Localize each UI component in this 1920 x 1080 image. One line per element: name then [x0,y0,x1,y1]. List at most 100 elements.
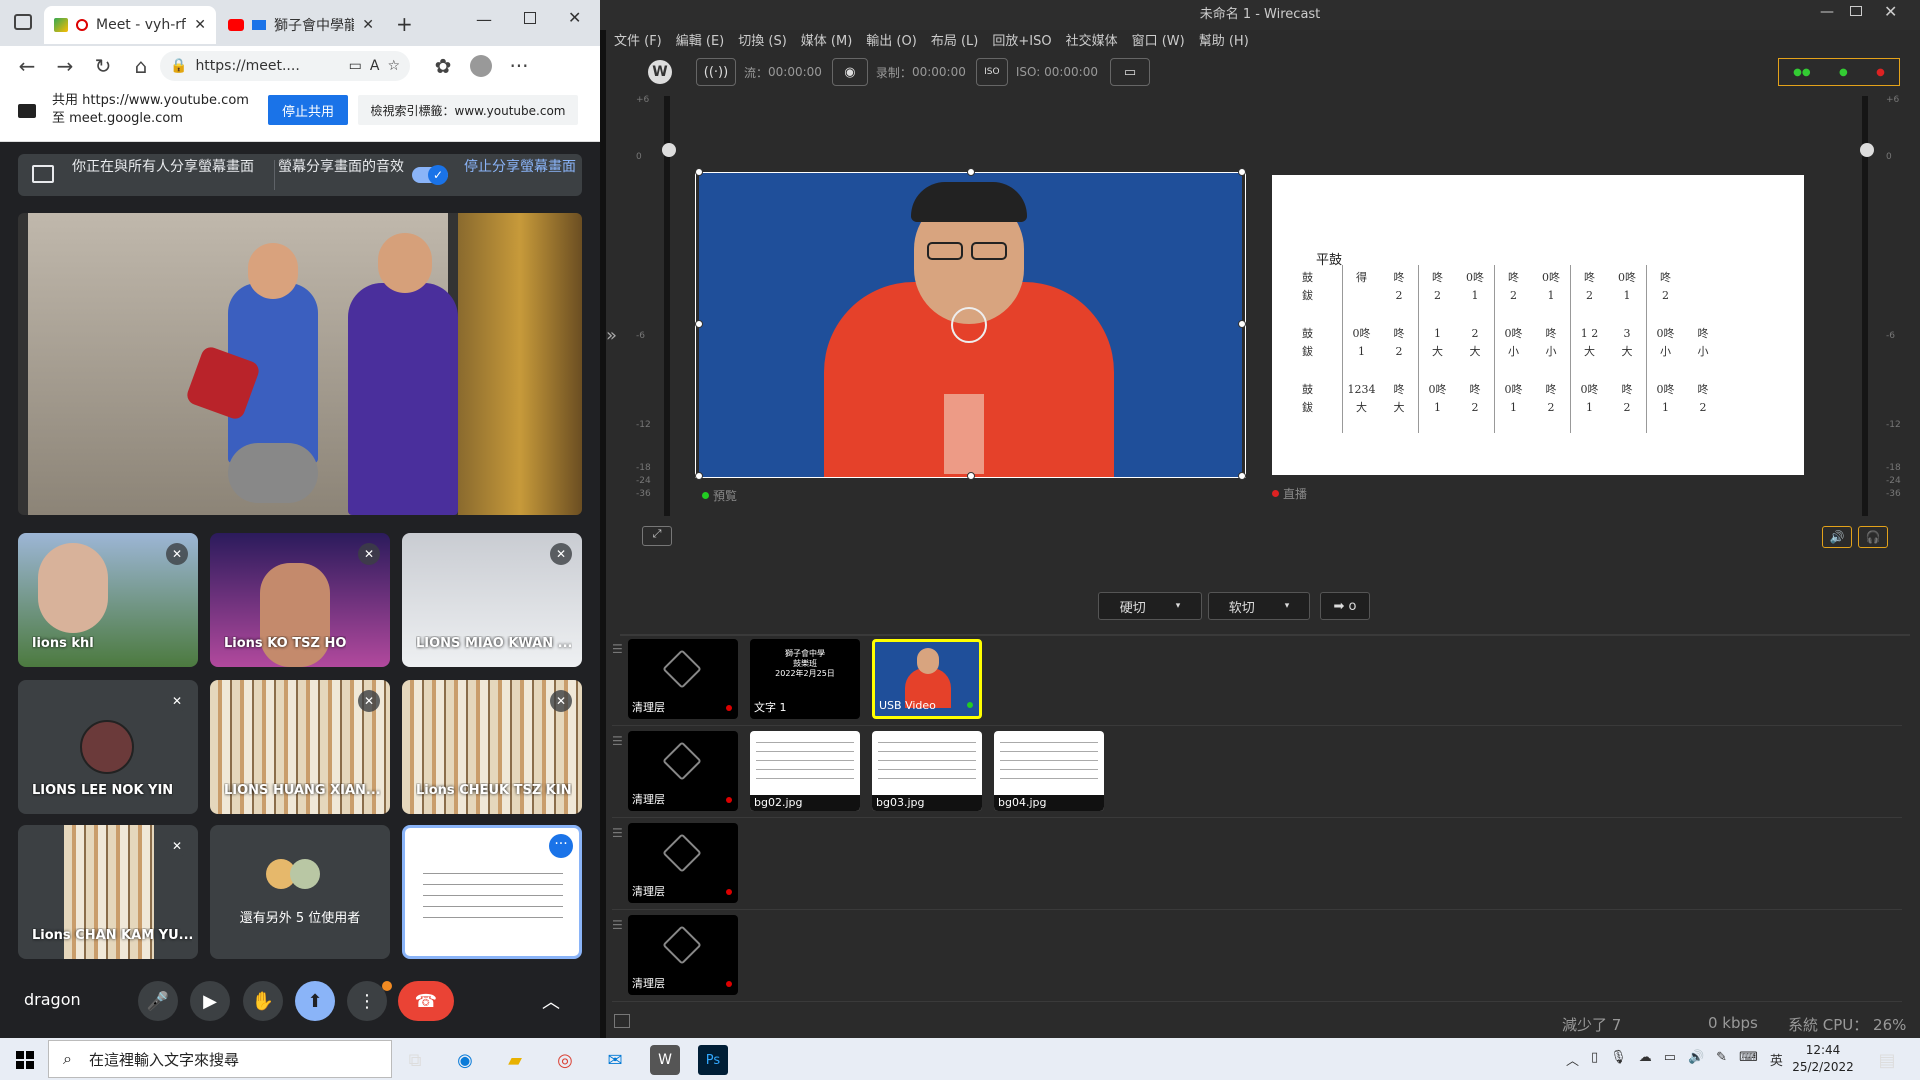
tab-actions-icon[interactable] [14,14,32,30]
profile-icon[interactable] [462,50,500,82]
others-tile[interactable]: 還有另外 5 位使用者 [210,825,390,959]
shot-thumbnail[interactable]: bg02.jpg [750,731,860,811]
list-icon[interactable] [614,1014,630,1028]
self-presentation-tile[interactable]: ··· [402,825,582,959]
taskbar-search[interactable]: ⌕ 在這裡輸入文字來搜尋 [48,1040,392,1078]
preview-monitor[interactable] [699,172,1242,477]
go-button[interactable]: ➡ o [1320,592,1370,620]
layer-grip-icon[interactable]: ☰ [612,734,623,748]
resize-handle[interactable] [695,320,703,328]
resize-handle[interactable] [695,168,703,176]
resize-handle[interactable] [1238,472,1246,480]
url-field[interactable]: 🔒 https://meet.... ▭ A ☆ [160,51,410,81]
participant-tile[interactable]: ✕ Lions CHAN KAM YU... [18,825,198,959]
shot-thumbnail[interactable]: 獅子會中學 鼓樂班 2022年2月25日 文字 1 [750,639,860,719]
menu-switch[interactable]: 切換 (S) [738,30,787,52]
speaker-icon[interactable]: 🔊 [1822,526,1852,548]
windows-start-icon[interactable] [10,1045,40,1075]
resize-handle[interactable] [1238,168,1246,176]
clock[interactable]: 12:44 25/2/2022 [1778,1042,1868,1076]
maximize-button[interactable] [1850,6,1862,16]
close-icon[interactable]: ✕ [194,17,206,33]
participant-tile[interactable]: ✕ lions khl [18,533,198,667]
wirecast-taskbar-icon[interactable]: W [650,1045,680,1075]
close-icon[interactable]: ✕ [362,17,374,33]
task-view-icon[interactable]: ⧉ [400,1045,430,1075]
monitor-icon[interactable]: ▭ [1110,58,1150,86]
audio-toggle[interactable]: ✓ [412,165,448,185]
resize-handle[interactable] [1238,320,1246,328]
shot-thumbnail[interactable]: bg04.jpg [994,731,1104,811]
stop-presenting-link[interactable]: 停止分享螢幕畫面 [464,158,576,176]
menu-help[interactable]: 幫助 (H) [1199,30,1249,52]
notification-icon[interactable]: ▤ [1872,1045,1902,1075]
status-indicators[interactable]: ●● ● ● [1778,58,1900,86]
chevron-up-icon[interactable]: ︿ [1566,1050,1579,1069]
minimize-button[interactable]: — [1820,4,1834,20]
home-icon[interactable]: ⌂ [122,50,160,82]
shot-thumbnail[interactable]: 清理层 [628,823,738,903]
mic-icon[interactable]: 🎙 [1610,1050,1627,1069]
refresh-icon[interactable]: ↻ [84,50,122,82]
keyboard-icon[interactable]: ⌨ [1739,1050,1758,1069]
mic-icon[interactable]: 🎤 [138,981,178,1021]
menu-media[interactable]: 媒体 (M) [801,30,853,52]
device-icon[interactable]: ▯ [1591,1050,1598,1069]
live-monitor[interactable]: 平鼓 鼓鈸得咚 2 咚 2 0咚 1 咚 2 0咚 1 咚 2 0咚 1 咚 2 鼓鈸 0咚 1 咚 2 1 大 2 大 0咚小咚… [1272,175,1804,475]
menu-window[interactable]: 窗口 (W) [1132,30,1185,52]
menu-file[interactable]: 文件 (F) [614,30,662,52]
camera-icon[interactable]: ▭ [349,58,362,74]
resize-handle[interactable] [967,472,975,480]
menu-layout[interactable]: 布局 (L) [931,30,979,52]
read-aloud-icon[interactable]: A [370,58,380,74]
leave-call-button[interactable]: ☎ [398,981,454,1021]
favorite-icon[interactable]: ☆ [387,58,400,74]
tab-meet[interactable]: Meet - vyh-rfd ✕ [44,6,216,44]
back-icon[interactable]: ← [8,50,46,82]
layer-grip-icon[interactable]: ☰ [612,918,623,932]
camera-icon[interactable]: ▶ [190,981,230,1021]
photoshop-icon[interactable]: Ps [698,1045,728,1075]
more-options-icon[interactable]: ⋮ [347,981,387,1021]
smooth-dropdown[interactable]: 软切 ▾ [1208,592,1310,620]
raise-hand-icon[interactable]: ✋ [243,981,283,1021]
chrome-icon[interactable]: ◎ [550,1045,580,1075]
volume-slider-right[interactable] [1860,143,1874,157]
pen-icon[interactable]: ✎ [1716,1050,1727,1069]
volume-icon[interactable]: 🔊 [1688,1050,1704,1069]
new-tab-button[interactable]: + [396,12,413,36]
wirecast-logo-icon[interactable]: W [648,60,672,84]
mail-icon[interactable]: ✉ [600,1045,630,1075]
resize-handle[interactable] [967,168,975,176]
menu-social[interactable]: 社交媒体 [1066,30,1118,52]
participant-tile[interactable]: ✕ LIONS HUANG XIAN... [210,680,390,814]
record-button[interactable]: ◉ [831,58,868,86]
layer-grip-icon[interactable]: ☰ [612,826,623,840]
tab-youtube[interactable]: 獅子會中學龍 ✕ [218,6,384,44]
transform-anchor[interactable] [951,307,987,343]
participant-tile[interactable]: ✕ Lions CHEUK TSZ KIN [402,680,582,814]
participant-tile[interactable]: ✕ LIONS MIAO KWAN ... [402,533,582,667]
maximize-button[interactable] [524,12,536,24]
close-window-button[interactable]: ✕ [1884,2,1897,21]
menu-edit[interactable]: 編輯 (E) [676,30,725,52]
more-icon[interactable]: ··· [500,50,538,82]
chevron-up-icon[interactable]: ︿ [542,988,560,1014]
stop-sharing-button[interactable]: 停止共用 [268,95,348,125]
participant-tile[interactable]: ✕ LIONS LEE NOK YIN [18,680,198,814]
menu-output[interactable]: 輸出 (O) [866,30,917,52]
volume-slider-left[interactable] [662,143,676,157]
edge-icon[interactable]: ◉ [450,1045,480,1075]
extensions-icon[interactable]: ✿ [424,50,462,82]
shot-thumbnail[interactable]: 清理层 [628,639,738,719]
shot-thumbnail[interactable]: bg03.jpg [872,731,982,811]
resize-handle[interactable] [695,472,703,480]
layer-grip-icon[interactable]: ☰ [612,642,623,656]
present-button[interactable]: ⬆ [295,981,335,1021]
expand-panel-icon[interactable]: » [606,325,617,346]
layout-icon[interactable]: ⤢ [642,526,672,546]
cut-dropdown[interactable]: 硬切 ▾ [1098,592,1202,620]
view-tab-button[interactable]: 檢視索引標籤：www.youtube.com [358,95,578,125]
forward-icon[interactable]: → [46,50,84,82]
close-window-button[interactable]: ✕ [568,8,581,27]
